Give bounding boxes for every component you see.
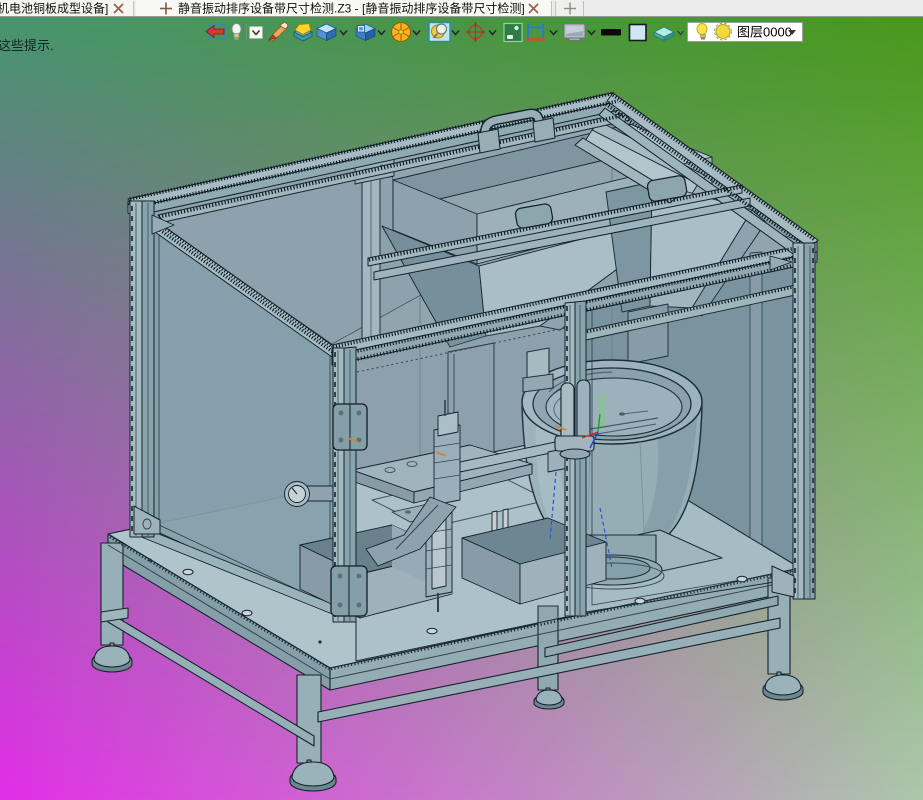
svg-text:这些提示.: 这些提示. [0,38,54,53]
svg-text:图层0000: 图层0000 [737,25,792,40]
svg-text:静音振动排序设备带尺寸检测.Z3 - [静音振动排序设备带尺: 静音振动排序设备带尺寸检测.Z3 - [静音振动排序设备带尺寸检测] [178,1,525,16]
svg-text:机电池铜板成型设备]: 机电池铜板成型设备] [0,1,108,16]
